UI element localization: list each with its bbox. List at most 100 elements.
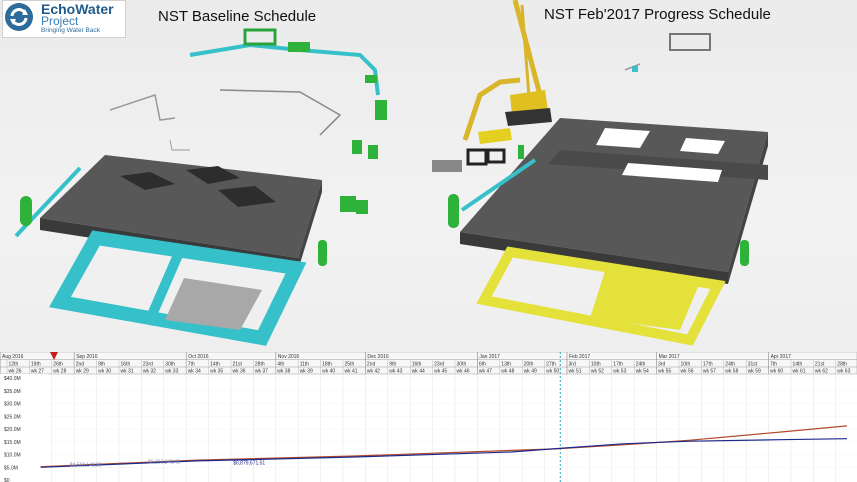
date-label: 31st: [748, 362, 758, 368]
week-label: wk 49: [524, 369, 537, 375]
month-label: Oct 2016: [188, 354, 209, 360]
week-label: wk 57: [703, 369, 716, 375]
date-label: 23rd: [143, 362, 153, 368]
month-label: Mar 2017: [659, 354, 680, 360]
y-tick-label: $20.0M: [4, 427, 21, 433]
cost-timeline-chart: Aug 2016 Sep 2016 Oct 2016 Nov 2016 Dec 2016…: [0, 352, 857, 482]
month-label: Dec 2016: [367, 354, 389, 360]
month-label: Feb 2017: [569, 354, 590, 360]
week-label: wk 37: [255, 369, 268, 375]
week-label: wk 48: [501, 369, 514, 375]
3d-model-viewport[interactable]: EchoWater Project Bringing Water Back NS…: [0, 0, 857, 352]
week-label: wk 30: [98, 369, 111, 375]
date-label: 2nd: [367, 362, 376, 368]
date-label: 19th: [31, 362, 41, 368]
baseline-model: [14, 28, 387, 346]
date-label: 14th: [210, 362, 220, 368]
date-label: 30th: [165, 362, 175, 368]
cost-annotation: $6,879,671.51: [233, 460, 265, 466]
date-label: 23rd: [434, 362, 444, 368]
y-tick-label: $25.0M: [4, 414, 21, 420]
week-label: wk 42: [367, 369, 380, 375]
week-label: wk 61: [793, 369, 806, 375]
month-label: Aug 2016: [2, 354, 24, 360]
week-label: wk 36: [233, 369, 246, 375]
date-label: 2nd: [76, 362, 85, 368]
week-label: wk 31: [121, 369, 134, 375]
baseline-view-title: NST Baseline Schedule: [158, 8, 317, 25]
month-label: Apr 2017: [771, 354, 792, 360]
week-label: wk 47: [479, 369, 492, 375]
y-tick-label: $0: [4, 478, 10, 482]
week-label: wk 32: [143, 369, 156, 375]
month-label: Nov 2016: [278, 354, 300, 360]
date-label: 17th: [703, 362, 713, 368]
date-label: 9th: [389, 362, 396, 368]
y-tick-label: $10.0M: [4, 453, 21, 459]
week-label: wk 60: [770, 369, 783, 375]
week-label: wk 27: [31, 369, 44, 375]
date-label: 10th: [591, 362, 601, 368]
date-label: 7th: [770, 362, 777, 368]
month-label: Sep 2016: [76, 354, 98, 360]
arrows-circle-icon: [5, 3, 33, 31]
date-label: 16th: [121, 362, 131, 368]
date-label: 25th: [345, 362, 355, 368]
week-label: wk 33: [165, 369, 178, 375]
week-label: wk 39: [300, 369, 313, 375]
y-tick-label: $35.0M: [4, 389, 21, 395]
date-label: 28th: [837, 362, 847, 368]
date-label: 10th: [681, 362, 691, 368]
y-tick-label: $30.0M: [4, 402, 21, 408]
week-label: wk 62: [815, 369, 828, 375]
date-label: 9th: [98, 362, 105, 368]
week-label: wk 59: [748, 369, 761, 375]
date-label: 27th: [546, 362, 556, 368]
date-label: 21st: [233, 362, 243, 368]
date-label: 16th: [412, 362, 422, 368]
date-label: 14th: [793, 362, 803, 368]
cost-annotation: $6,263,346.48: [148, 460, 180, 466]
month-label: Jan 2017: [479, 354, 500, 360]
cost-annotation: $4,518,148.90: [70, 463, 102, 469]
week-label: wk 52: [591, 369, 604, 375]
date-label: 7th: [188, 362, 195, 368]
date-label: 12th: [9, 362, 19, 368]
date-label: 24th: [725, 362, 735, 368]
echowater-logo: EchoWater Project Bringing Water Back: [2, 0, 126, 38]
date-label: 11th: [300, 362, 310, 368]
y-tick-label: $15.0M: [4, 440, 21, 446]
date-label: 3rd: [658, 362, 665, 368]
week-label: wk 63: [837, 369, 850, 375]
progress-model: [432, 0, 768, 346]
date-label: 28th: [255, 362, 265, 368]
date-label: 18th: [322, 362, 332, 368]
logo-subtitle: Project: [41, 14, 79, 28]
week-label: wk 51: [569, 369, 582, 375]
week-label: wk 28: [53, 369, 66, 375]
week-label: wk 45: [434, 369, 447, 375]
date-label: 13th: [501, 362, 511, 368]
week-label: wk 26: [9, 369, 22, 375]
date-label: 17th: [613, 362, 623, 368]
week-label: wk 38: [277, 369, 290, 375]
date-label: 26th: [53, 362, 63, 368]
date-label: 21st: [815, 362, 825, 368]
week-label: wk 43: [389, 369, 402, 375]
week-label: wk 41: [345, 369, 358, 375]
week-label: wk 34: [188, 369, 201, 375]
schedule-timeline-panel[interactable]: Aug 2016 Sep 2016 Oct 2016 Nov 2016 Dec 2016…: [0, 352, 857, 482]
date-label: 4th: [277, 362, 284, 368]
week-label: wk 53: [613, 369, 626, 375]
week-label: wk 56: [681, 369, 694, 375]
progress-view-title: NST Feb'2017 Progress Schedule: [544, 6, 771, 23]
week-label: wk 35: [210, 369, 223, 375]
date-label: 3rd: [569, 362, 576, 368]
week-label: wk 46: [457, 369, 470, 375]
date-label: 24th: [636, 362, 646, 368]
model-scene: [14, 0, 768, 346]
y-tick-label: $5.0M: [4, 465, 18, 471]
date-label: 20th: [524, 362, 534, 368]
week-label: wk 54: [636, 369, 649, 375]
date-label: 30th: [457, 362, 467, 368]
